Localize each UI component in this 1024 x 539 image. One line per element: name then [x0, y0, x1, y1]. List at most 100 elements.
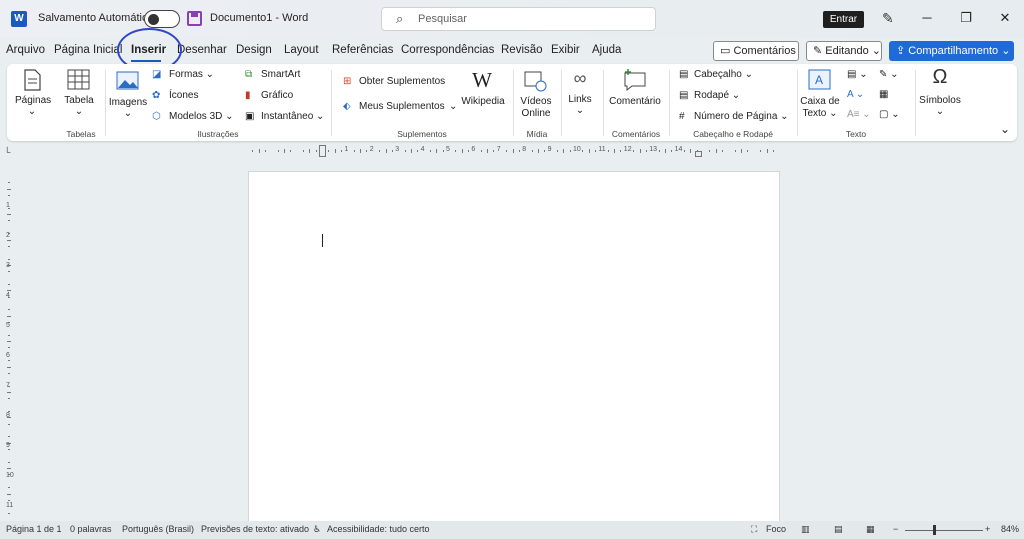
- tab-exibir[interactable]: Exibir: [551, 44, 580, 56]
- ruler-number: 2: [369, 146, 374, 153]
- comments-button[interactable]: ▭ Comentários: [713, 41, 799, 61]
- share-button[interactable]: ⇪ Compartilhamento ⌄: [889, 41, 1014, 61]
- ruler-tick: [8, 360, 10, 362]
- comment-button[interactable]: Comentário: [605, 96, 665, 107]
- signature-line-button[interactable]: ✎ ⌄: [879, 69, 899, 80]
- tab-pagina-inicial[interactable]: Página Inicial: [54, 44, 122, 56]
- page-count[interactable]: Página 1 de 1: [6, 524, 62, 534]
- ruler-tick: [8, 449, 10, 451]
- ruler-tick: [7, 366, 11, 368]
- ruler-number: 9: [547, 146, 552, 153]
- tab-layout[interactable]: Layout: [284, 44, 319, 56]
- my-addins-button[interactable]: Meus Suplementos: [359, 101, 445, 112]
- textbox-icon: A: [808, 69, 831, 90]
- ruler-tick: [512, 149, 514, 153]
- drop-cap-button[interactable]: A≡ ⌄: [847, 109, 871, 120]
- textbox-button[interactable]: Caixa de: [799, 96, 841, 107]
- smartart-button[interactable]: SmartArt: [261, 69, 300, 80]
- ruler-tick: [8, 182, 10, 184]
- chart-button[interactable]: Gráfico: [261, 90, 293, 101]
- ruler-tick: [277, 150, 279, 152]
- signin-button[interactable]: Entrar: [823, 11, 864, 28]
- tab-correspondencias[interactable]: Correspondências: [401, 44, 494, 56]
- tab-ajuda[interactable]: Ajuda: [592, 44, 621, 56]
- zoom-slider-track[interactable]: [905, 530, 983, 531]
- search-input[interactable]: ⌕ Pesquisar: [381, 7, 656, 31]
- ruler-tick: [436, 149, 438, 153]
- online-video-button[interactable]: Vídeos: [516, 96, 556, 107]
- ruler-tick: [582, 150, 584, 152]
- tab-revisao[interactable]: Revisão: [501, 44, 543, 56]
- minimize-button[interactable]: ─: [917, 8, 937, 28]
- horizontal-ruler[interactable]: 1 2 3 4 5 6 7 8 9 10 11 12 13 14: [246, 145, 781, 157]
- focus-button[interactable]: Foco: [766, 524, 786, 534]
- ruler-tick: [518, 150, 520, 152]
- read-mode-icon[interactable]: ▥: [801, 524, 810, 535]
- zoom-slider-thumb[interactable]: [933, 525, 936, 535]
- word-count[interactable]: 0 palavras: [70, 524, 112, 534]
- ruler-number: 12: [623, 146, 632, 153]
- tab-referencias[interactable]: Referências: [332, 44, 393, 56]
- ruler-tick: [8, 283, 10, 285]
- indent-marker[interactable]: [319, 145, 326, 157]
- accessibility-status[interactable]: Acessibilidade: tudo certo: [327, 524, 430, 534]
- icons-button[interactable]: Ícones: [169, 90, 198, 101]
- ruler-tick: [607, 150, 609, 152]
- zoom-out-button[interactable]: −: [893, 524, 898, 534]
- wordart-button[interactable]: A ⌄: [847, 89, 864, 100]
- table-button[interactable]: Tabela: [59, 95, 99, 106]
- ruler-tick: [8, 436, 10, 438]
- pages-button[interactable]: Páginas: [15, 95, 51, 106]
- ruler-tick: [7, 468, 11, 470]
- ruler-tick: [8, 398, 10, 400]
- ruler-tick: [690, 149, 692, 153]
- get-addins-button[interactable]: Obter Suplementos: [359, 76, 445, 87]
- group-label-media: Mídia: [526, 129, 548, 139]
- group-label-tables: Tabelas: [66, 129, 96, 139]
- page-number-button[interactable]: Número de Página ⌄: [694, 111, 789, 122]
- pencil-icon: ✎: [813, 45, 823, 57]
- object-button[interactable]: ▢ ⌄: [879, 109, 900, 120]
- wikipedia-button[interactable]: Wikipedia: [457, 96, 509, 107]
- restore-button[interactable]: ❐: [956, 8, 976, 28]
- date-time-button[interactable]: ▦: [879, 89, 888, 100]
- autosave-toggle[interactable]: [144, 10, 180, 28]
- screenshot-button[interactable]: Instantâneo ⌄: [261, 111, 324, 122]
- tab-selector-icon[interactable]: └: [4, 147, 10, 157]
- tab-design[interactable]: Design: [236, 44, 272, 56]
- right-indent-marker[interactable]: [694, 151, 702, 157]
- vertical-ruler[interactable]: 1 2 3 4 5 6 7 8 9 10 11: [0, 172, 18, 522]
- print-layout-icon[interactable]: ▤: [834, 524, 843, 535]
- zoom-in-button[interactable]: +: [985, 524, 990, 534]
- ruler-number: 5: [6, 321, 10, 329]
- designer-pen-icon[interactable]: ✎: [882, 10, 894, 27]
- symbols-button[interactable]: Símbolos: [915, 95, 965, 106]
- tab-arquivo[interactable]: Arquivo: [6, 44, 45, 56]
- ruler-tick: [671, 150, 673, 152]
- document-page[interactable]: [248, 171, 780, 531]
- search-placeholder: Pesquisar: [418, 13, 467, 25]
- text-predictions-status[interactable]: Previsões de texto: ativado: [201, 524, 309, 534]
- footer-button[interactable]: Rodapé ⌄: [694, 90, 740, 101]
- save-icon[interactable]: [187, 11, 202, 26]
- document-title: Documento1 - Word: [210, 12, 309, 24]
- group-separator: [797, 70, 798, 136]
- links-button[interactable]: Links: [563, 94, 597, 105]
- editing-button[interactable]: ✎ Editando ⌄: [806, 41, 882, 61]
- textbox-label-2-text: Texto: [802, 108, 827, 119]
- svg-text:A: A: [815, 73, 823, 87]
- web-layout-icon[interactable]: ▦: [866, 524, 875, 535]
- close-button[interactable]: ✕: [995, 8, 1015, 28]
- language-status[interactable]: Português (Brasil): [122, 524, 194, 534]
- tab-desenhar[interactable]: Desenhar: [177, 44, 227, 56]
- models3d-button[interactable]: Modelos 3D ⌄: [169, 111, 234, 122]
- chevron-down-icon: ⌄: [27, 106, 37, 117]
- ruler-tick: [429, 150, 431, 152]
- shapes-button[interactable]: Formas ⌄: [169, 69, 214, 80]
- zoom-level[interactable]: 84%: [1001, 524, 1019, 534]
- images-button[interactable]: Imagens: [107, 97, 149, 108]
- collapse-ribbon-icon[interactable]: ⌄: [1000, 122, 1010, 136]
- header-button[interactable]: Cabeçalho ⌄: [694, 69, 753, 80]
- quick-parts-button[interactable]: ▤ ⌄: [847, 69, 868, 80]
- ruler-tick: [506, 150, 508, 152]
